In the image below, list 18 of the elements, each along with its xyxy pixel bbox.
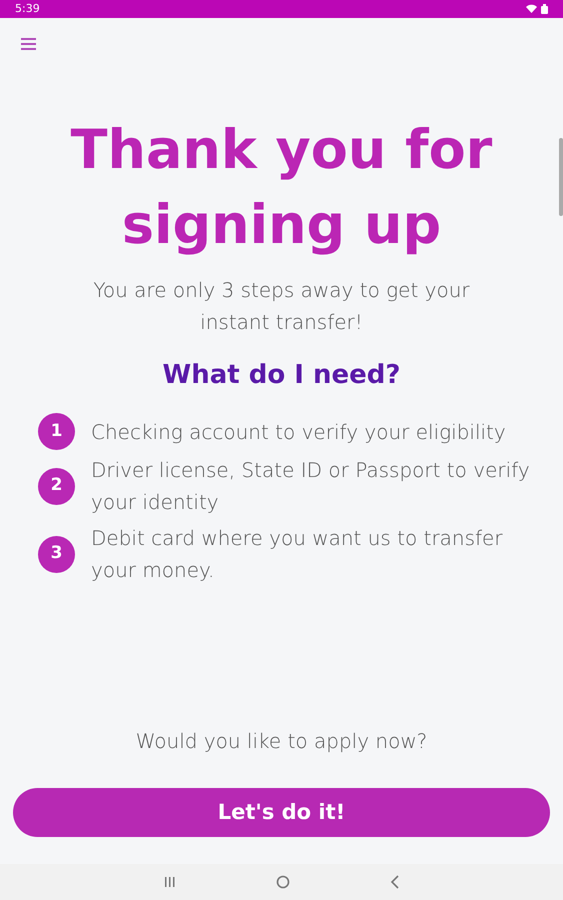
- menu-icon[interactable]: [21, 38, 36, 50]
- subtitle-text: You are only 3 steps away to get your instant transfer!: [92, 277, 471, 336]
- step-text: Driver license, State ID or Passport to verify your identity: [91, 457, 531, 516]
- recent-apps-icon[interactable]: [164, 876, 176, 888]
- step-number: 3: [38, 536, 75, 572]
- step-number: 2: [38, 468, 75, 504]
- status-time: 5:39: [15, 0, 40, 17]
- wifi-icon: [526, 4, 537, 13]
- step-text: Checking account to verify your eligibility: [91, 418, 506, 446]
- step-text: Debit card where you want us to transfer your money.: [91, 525, 504, 584]
- apply-button[interactable]: Let's do it!: [13, 788, 550, 837]
- home-icon[interactable]: [276, 875, 290, 889]
- back-icon[interactable]: [390, 875, 400, 889]
- battery-icon: [541, 4, 548, 14]
- page-title: Thank you for signing up: [70, 117, 494, 258]
- question-text: Would you like to apply now?: [134, 728, 428, 755]
- step-number: 1: [38, 413, 75, 450]
- section-heading: What do I need?: [162, 359, 402, 392]
